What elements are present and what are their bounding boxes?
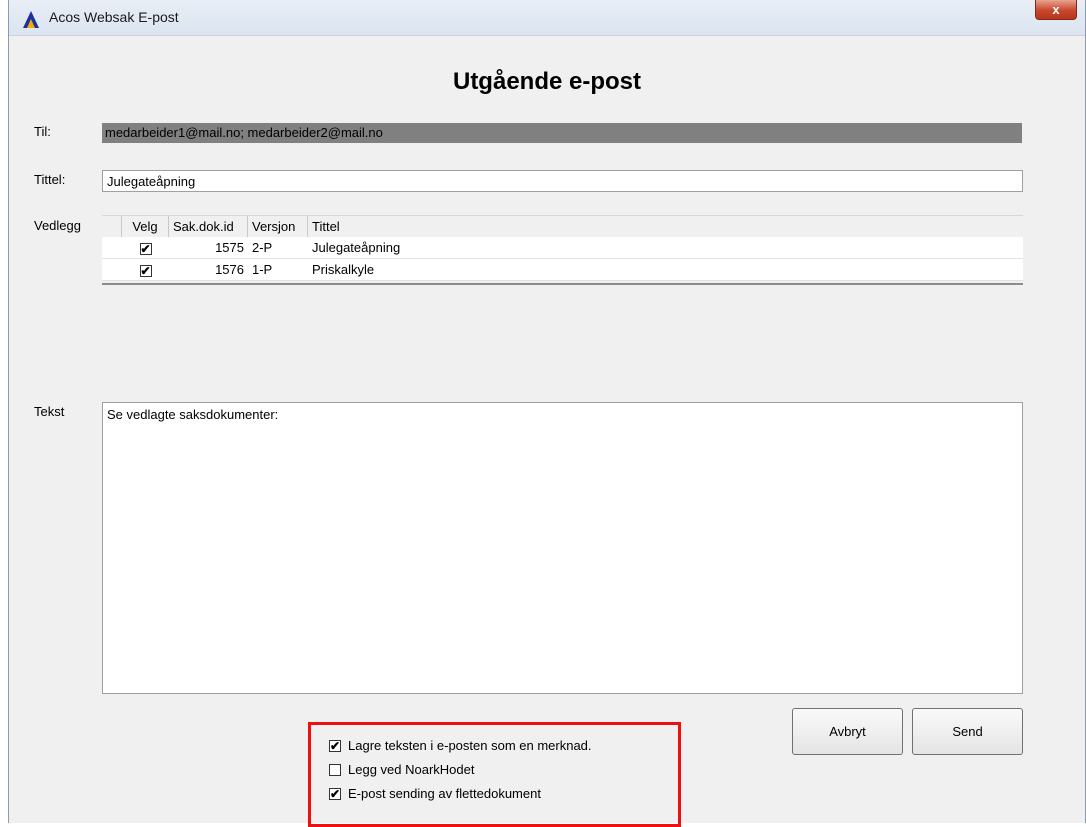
version-cell: 1-P bbox=[252, 262, 273, 277]
close-button[interactable]: x bbox=[1035, 0, 1077, 20]
document-id-cell: 1576 bbox=[215, 262, 244, 277]
acos-logo-icon bbox=[23, 11, 39, 28]
table-header-row: Velg Sak.dok.id Versjon Tittel bbox=[102, 215, 1023, 238]
column-header-sak-dok-id[interactable]: Sak.dok.id bbox=[169, 216, 248, 237]
window-title: Acos Websak E-post bbox=[49, 9, 179, 25]
option-label: Lagre teksten i e-posten som en merknad. bbox=[348, 738, 592, 753]
option-label: E-post sending av flettedokument bbox=[348, 786, 541, 801]
attachments-table[interactable]: Velg Sak.dok.id Versjon Tittel ✔ 1575 2-… bbox=[102, 215, 1023, 285]
row-indicator-header bbox=[102, 216, 122, 237]
tekst-label: Tekst bbox=[34, 404, 65, 419]
column-header-tittel[interactable]: Tittel bbox=[308, 216, 608, 237]
title-bar[interactable]: Acos Websak E-post x bbox=[9, 0, 1085, 36]
til-label: Til: bbox=[34, 124, 51, 139]
select-checkbox[interactable]: ✔ bbox=[122, 237, 169, 258]
table-row[interactable]: ✔ 1576 1-P Priskalkyle bbox=[102, 259, 1023, 281]
cancel-button[interactable]: Avbryt bbox=[792, 708, 903, 755]
checkmark-icon[interactable]: ✔ bbox=[329, 739, 341, 752]
vedlegg-label: Vedlegg bbox=[34, 218, 81, 233]
document-title-cell: Priskalkyle bbox=[312, 262, 375, 277]
column-header-versjon[interactable]: Versjon bbox=[248, 216, 308, 237]
document-id-cell: 1575 bbox=[215, 240, 244, 255]
checkmark-icon[interactable]: ✔ bbox=[139, 242, 152, 255]
checkmark-icon[interactable]: ✔ bbox=[139, 264, 152, 277]
email-dialog-window: Acos Websak E-post x Utgående e-post Til… bbox=[8, 0, 1086, 827]
document-title-cell: Julegateåpning bbox=[312, 240, 401, 255]
select-checkbox[interactable]: ✔ bbox=[122, 259, 169, 280]
option-label: Legg ved NoarkHodet bbox=[348, 762, 475, 777]
title-input[interactable] bbox=[102, 170, 1023, 192]
version-cell: 2-P bbox=[252, 240, 273, 255]
column-header-velg[interactable]: Velg bbox=[122, 216, 169, 237]
option-save-as-note[interactable]: ✔ Lagre teksten i e-posten som en merknad… bbox=[329, 738, 592, 753]
option-merge-document-email[interactable]: ✔ E-post sending av flettedokument bbox=[329, 786, 541, 801]
empty-checkbox[interactable] bbox=[329, 763, 341, 776]
tittel-label: Tittel: bbox=[34, 172, 66, 187]
page-title: Utgående e-post bbox=[452, 68, 641, 95]
checkmark-icon[interactable]: ✔ bbox=[329, 787, 341, 800]
recipients-field[interactable]: medarbeider1@mail.no; medarbeider2@mail.… bbox=[102, 123, 1022, 143]
table-row[interactable]: ✔ 1575 2-P Julegateåpning bbox=[102, 237, 1023, 259]
option-attach-noark-header[interactable]: Legg ved NoarkHodet bbox=[329, 762, 474, 777]
message-body-textarea[interactable]: Se vedlagte saksdokumenter: bbox=[102, 402, 1023, 694]
send-button[interactable]: Send bbox=[912, 708, 1023, 755]
